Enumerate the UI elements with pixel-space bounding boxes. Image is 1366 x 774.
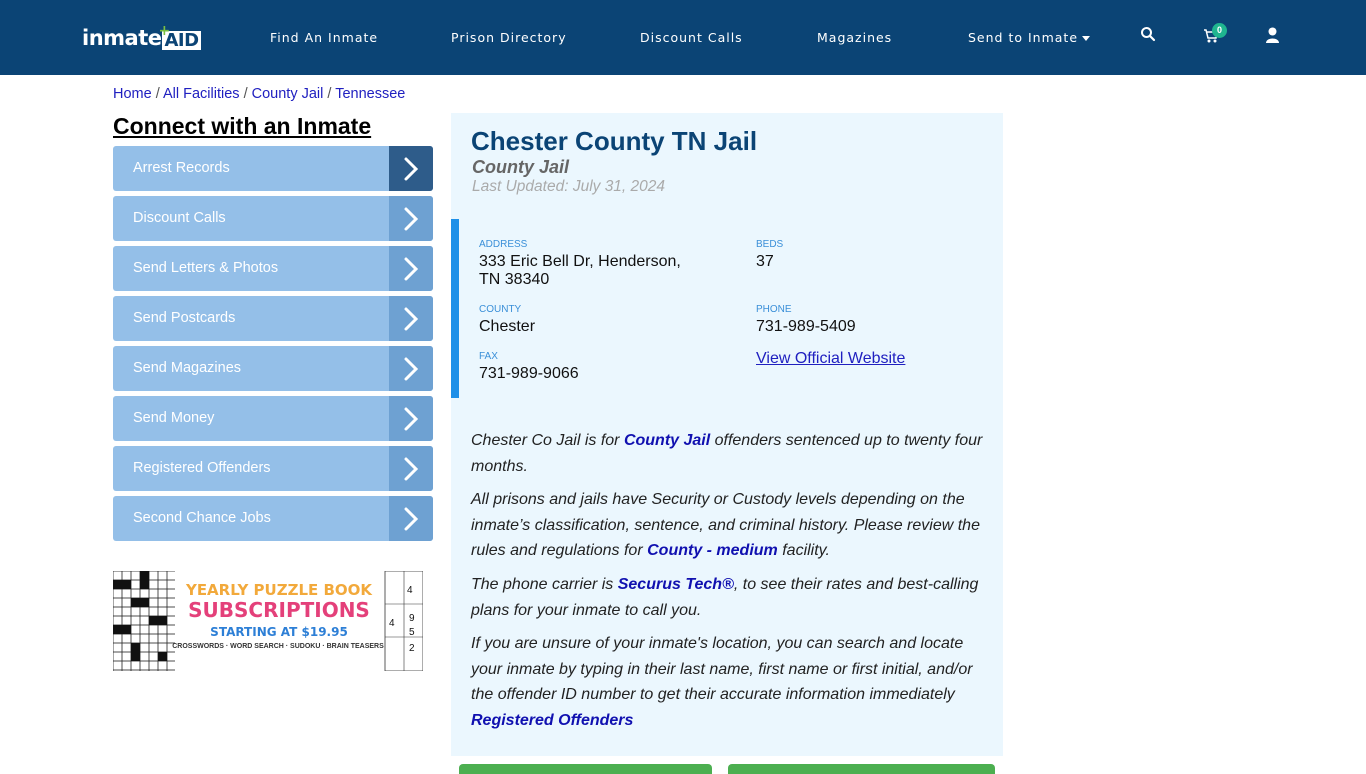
- address-line-2: TN 38340: [479, 271, 550, 288]
- address-line-1: 333 Eric Bell Dr, Henderson,: [479, 253, 681, 270]
- beds-label: BEDS: [756, 239, 784, 250]
- sidebar-item-label: Second Chance Jobs: [133, 510, 271, 526]
- logo-aid: + AID: [158, 23, 201, 50]
- nav-label: Prison Directory: [451, 30, 567, 45]
- nav-label: Find An Inmate: [270, 30, 379, 45]
- nav-label: Send to Inmate: [968, 30, 1079, 45]
- breadcrumb-county-jail[interactable]: County Jail: [252, 86, 324, 102]
- county-medium-link[interactable]: County - medium: [647, 542, 778, 559]
- county-label: COUNTY: [479, 304, 522, 315]
- chevron-right-icon: [389, 296, 433, 341]
- sidebar-item-arrest-records[interactable]: Arrest Records: [113, 146, 433, 191]
- breadcrumb-separator: /: [243, 86, 248, 102]
- chevron-right-icon: [389, 196, 433, 241]
- svg-text:9: 9: [409, 613, 415, 624]
- nav-label: Magazines: [817, 30, 893, 45]
- breadcrumb: Home / All Facilities / County Jail / Te…: [113, 86, 405, 102]
- inmateaid-logo[interactable]: inmate + AID: [82, 23, 201, 50]
- ad-line-2: SUBSCRIPTIONS: [188, 598, 370, 622]
- sidebar-item-send-money[interactable]: Send Money: [113, 396, 433, 441]
- fax-label: FAX: [479, 351, 498, 362]
- facility-title: Chester County TN Jail: [471, 126, 758, 156]
- nav-send-to-inmate[interactable]: Send to Inmate: [968, 30, 1091, 46]
- sidebar-item-second-chance-jobs[interactable]: Second Chance Jobs: [113, 496, 433, 541]
- cart-count-badge: 0: [1212, 23, 1227, 38]
- sidebar-item-label: Send Postcards: [133, 310, 236, 326]
- text: If you are unsure of your inmate's locat…: [471, 635, 973, 703]
- text: Chester Co Jail is for: [471, 432, 624, 449]
- facility-type: County Jail: [472, 157, 570, 177]
- chevron-right-icon: [389, 346, 433, 391]
- breadcrumb-separator: /: [155, 86, 160, 102]
- county-value: Chester: [479, 318, 536, 335]
- info-accent-bar: [451, 219, 459, 398]
- registered-offenders-link[interactable]: Registered Offenders: [471, 712, 633, 729]
- breadcrumb-separator: /: [327, 86, 332, 102]
- breadcrumb-tennessee[interactable]: Tennessee: [335, 86, 405, 102]
- sidebar-item-send-letters-photos[interactable]: Send Letters & Photos: [113, 246, 433, 291]
- ad-line-4: CROSSWORDS · WORD SEARCH · SUDOKU · BRAI…: [172, 643, 384, 650]
- crossword-grid-icon: [113, 571, 175, 671]
- logo-text: inmate: [82, 26, 162, 50]
- plus-icon: +: [158, 23, 170, 39]
- sudoku-grid-icon: 4 4 9 5 2: [384, 571, 423, 671]
- securus-tech-link[interactable]: Securus Tech®: [618, 576, 734, 593]
- user-icon[interactable]: [1265, 27, 1285, 47]
- svg-text:4: 4: [407, 585, 413, 596]
- last-updated: Last Updated: July 31, 2024: [472, 178, 666, 195]
- search-icon[interactable]: [1140, 26, 1160, 46]
- description-paragraph-3: The phone carrier is Securus Tech®, to s…: [471, 572, 991, 623]
- chevron-right-icon: [389, 496, 433, 541]
- breadcrumb-all-facilities[interactable]: All Facilities: [163, 86, 240, 102]
- text: facility.: [777, 542, 830, 559]
- chevron-right-icon: [389, 146, 433, 191]
- description-paragraph-1: Chester Co Jail is for County Jail offen…: [471, 428, 991, 479]
- phone-value[interactable]: 731-989-5409: [756, 318, 856, 336]
- svg-text:2: 2: [409, 643, 415, 654]
- nav-discount-calls[interactable]: Discount Calls: [640, 30, 743, 46]
- ad-line-1: YEARLY PUZZLE BOOK: [185, 581, 373, 599]
- caret-down-icon: [1082, 36, 1091, 41]
- text: The phone carrier is: [471, 576, 618, 593]
- sidebar-item-registered-offenders[interactable]: Registered Offenders: [113, 446, 433, 491]
- address-label: ADDRESS: [479, 239, 528, 250]
- chevron-right-icon: [389, 446, 433, 491]
- sidebar-item-label: Send Letters & Photos: [133, 260, 279, 276]
- green-action-button-right[interactable]: [728, 764, 995, 774]
- green-action-button-left[interactable]: [459, 764, 712, 774]
- description-paragraph-2: All prisons and jails have Security or C…: [471, 487, 991, 564]
- nav-prison-directory[interactable]: Prison Directory: [451, 30, 567, 46]
- view-official-website-link[interactable]: View Official Website: [756, 350, 905, 368]
- ad-line-3: STARTING AT $19.95: [210, 625, 348, 639]
- top-navbar: inmate + AID Find An Inmate Prison Direct…: [0, 0, 1366, 75]
- puzzle-book-ad-banner[interactable]: 4 4 9 5 2 YEARLY PUZZLE BOOK SUBSCRIPTIO…: [113, 571, 423, 671]
- beds-value: 37: [756, 253, 774, 270]
- sidebar-item-discount-calls[interactable]: Discount Calls: [113, 196, 433, 241]
- sidebar-item-send-postcards[interactable]: Send Postcards: [113, 296, 433, 341]
- sidebar-item-send-magazines[interactable]: Send Magazines: [113, 346, 433, 391]
- chevron-right-icon: [389, 246, 433, 291]
- chevron-right-icon: [389, 396, 433, 441]
- breadcrumb-home[interactable]: Home: [113, 86, 152, 102]
- fax-value: 731-989-9066: [479, 365, 579, 382]
- svg-text:5: 5: [409, 627, 415, 638]
- svg-text:4: 4: [389, 618, 395, 629]
- phone-label: PHONE: [756, 304, 792, 315]
- sidebar-item-label: Discount Calls: [133, 210, 226, 226]
- county-jail-link[interactable]: County Jail: [624, 432, 710, 449]
- nav-label: Discount Calls: [640, 30, 743, 45]
- nav-magazines[interactable]: Magazines: [817, 30, 892, 46]
- sidebar-item-label: Send Magazines: [133, 360, 242, 376]
- sidebar-item-label: Send Money: [133, 410, 215, 426]
- nav-find-an-inmate[interactable]: Find An Inmate: [270, 30, 378, 46]
- description-paragraph-4: If you are unsure of your inmate's locat…: [471, 631, 991, 733]
- sidebar-item-label: Arrest Records: [133, 160, 230, 176]
- sidebar-title[interactable]: Connect with an Inmate: [113, 113, 371, 140]
- sidebar-item-label: Registered Offenders: [133, 460, 271, 476]
